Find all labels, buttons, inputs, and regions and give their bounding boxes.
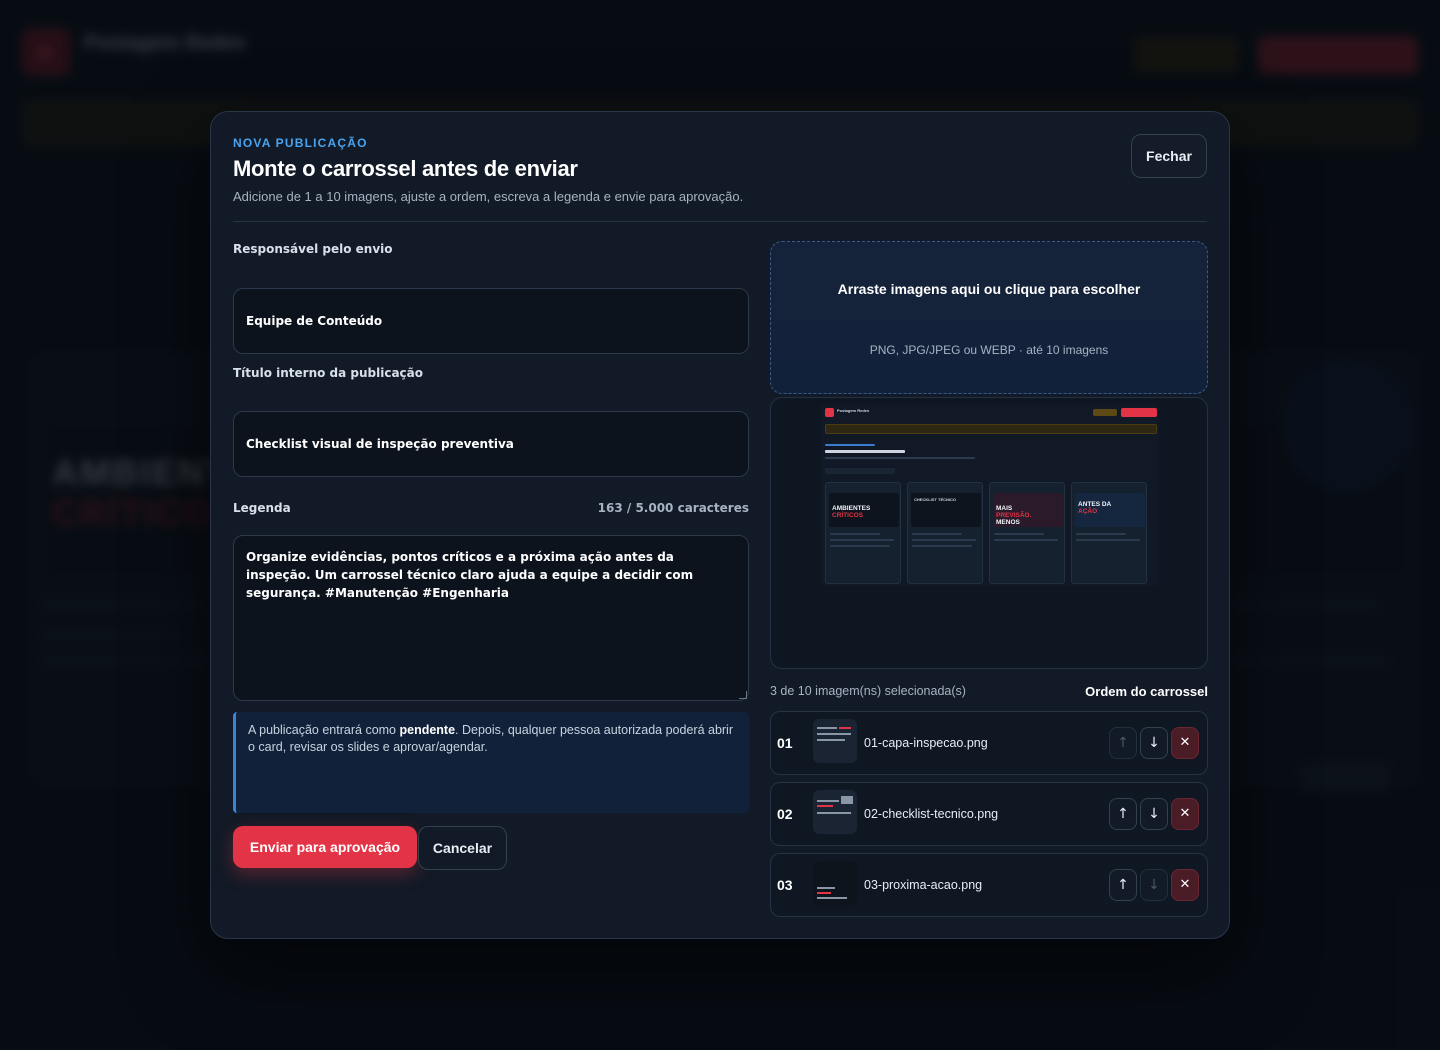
sender-field[interactable] <box>233 288 749 354</box>
item-index: 01 <box>777 735 793 751</box>
item-thumbnail <box>813 861 857 905</box>
remove-image-button[interactable]: ✕ <box>1171 798 1199 830</box>
cancel-button[interactable]: Cancelar <box>418 826 507 870</box>
preview-line <box>830 545 890 547</box>
preview-logo <box>825 408 834 417</box>
carousel-item: 03 03-proxima-acao.png ↑ ↓ ✕ <box>770 853 1208 917</box>
selected-count: 3 de 10 imagem(ns) selecionada(s) <box>770 684 966 698</box>
header-divider <box>233 221 1207 222</box>
resize-handle-icon[interactable] <box>739 691 747 699</box>
preview-screenshot: Postagem Redes AMBIENTES CRÍTICOS CHECKLI… <box>821 404 1159 586</box>
image-dropzone[interactable]: Arraste imagens aqui ou clique para esco… <box>770 241 1208 394</box>
preview-card: MAIS PREVISÃO. MENOS <box>989 482 1065 584</box>
caption-char-count: 163 / 5.000 caracteres <box>597 501 749 515</box>
preview-line <box>994 533 1044 535</box>
preview-line <box>912 533 962 535</box>
sender-label: Responsável pelo envio <box>233 242 393 256</box>
remove-image-button[interactable]: ✕ <box>1171 869 1199 901</box>
item-thumbnail <box>813 790 857 834</box>
caption-label: Legenda <box>233 501 291 515</box>
preview-pending-pill <box>1093 409 1117 416</box>
modal-title: Monte o carrossel antes de enviar <box>233 156 578 181</box>
move-down-button[interactable]: ↓ <box>1140 798 1168 830</box>
dropzone-hint: PNG, JPG/JPEG ou WEBP · até 10 imagens <box>869 343 1109 357</box>
preview-line <box>1076 533 1126 535</box>
dropzone-title: Arraste imagens aqui ou clique para esco… <box>837 281 1141 297</box>
carousel-preview: Postagem Redes AMBIENTES CRÍTICOS CHECKLI… <box>770 397 1208 669</box>
carousel-order-title: Ordem do carrossel <box>1085 684 1208 699</box>
caption-textarea[interactable]: Organize evidências, pontos críticos e a… <box>233 535 749 701</box>
post-title-field[interactable] <box>233 411 749 477</box>
close-button[interactable]: Fechar <box>1131 134 1207 178</box>
preview-line <box>830 539 894 541</box>
item-index: 03 <box>777 877 793 893</box>
modal-kicker: NOVA PUBLICAÇÃO <box>233 136 368 150</box>
move-up-button[interactable]: ↑ <box>1109 869 1137 901</box>
item-thumbnail <box>813 719 857 763</box>
preview-line <box>912 539 976 541</box>
submit-for-approval-button[interactable]: Enviar para aprovação <box>233 826 417 868</box>
preview-create-button <box>1121 408 1157 417</box>
move-up-button[interactable]: ↑ <box>1109 798 1137 830</box>
preview-line <box>830 533 880 535</box>
preview-line <box>994 539 1058 541</box>
new-post-modal: NOVA PUBLICAÇÃO Monte o carrossel antes … <box>210 111 1230 939</box>
item-filename: 03-proxima-acao.png <box>864 878 983 892</box>
preview-card-text: CHECKLIST TÉCNICO <box>914 497 956 502</box>
preview-card-text: MAIS PREVISÃO. MENOS <box>996 505 1032 526</box>
move-down-button[interactable]: ↓ <box>1140 727 1168 759</box>
remove-image-button[interactable]: ✕ <box>1171 727 1199 759</box>
move-up-button[interactable]: ↑ <box>1109 727 1137 759</box>
preview-line <box>825 468 895 474</box>
preview-line <box>825 450 905 453</box>
preview-line <box>912 545 972 547</box>
item-index: 02 <box>777 806 793 822</box>
post-title-label: Título interno da publicação <box>233 366 424 380</box>
carousel-item: 02 02-checklist-tecnico.png ↑ ↓ ✕ <box>770 782 1208 846</box>
preview-line <box>825 457 975 459</box>
preview-card-text: AMBIENTES CRÍTICOS <box>832 505 871 519</box>
preview-card: CHECKLIST TÉCNICO <box>907 482 983 584</box>
preview-app-title: Postagem Redes <box>837 408 870 413</box>
move-down-button[interactable]: ↓ <box>1140 869 1168 901</box>
item-filename: 01-capa-inspecao.png <box>864 736 988 750</box>
preview-card: AMBIENTES CRÍTICOS <box>825 482 901 584</box>
pending-info-note: A publicação entrará como pendente. Depo… <box>233 712 749 813</box>
modal-description: Adicione de 1 a 10 imagens, ajuste a ord… <box>233 189 744 204</box>
preview-line <box>825 444 875 446</box>
preview-line <box>1076 539 1140 541</box>
info-text-before: A publicação entrará como <box>248 723 400 737</box>
item-filename: 02-checklist-tecnico.png <box>864 807 999 821</box>
preview-card: ANTES DA AÇÃO <box>1071 482 1147 584</box>
info-text-status: pendente <box>399 723 456 737</box>
preview-banner <box>825 424 1157 434</box>
preview-card-text: ANTES DA AÇÃO <box>1078 501 1112 515</box>
carousel-item: 01 01-capa-inspecao.png ↑ ↓ ✕ <box>770 711 1208 775</box>
